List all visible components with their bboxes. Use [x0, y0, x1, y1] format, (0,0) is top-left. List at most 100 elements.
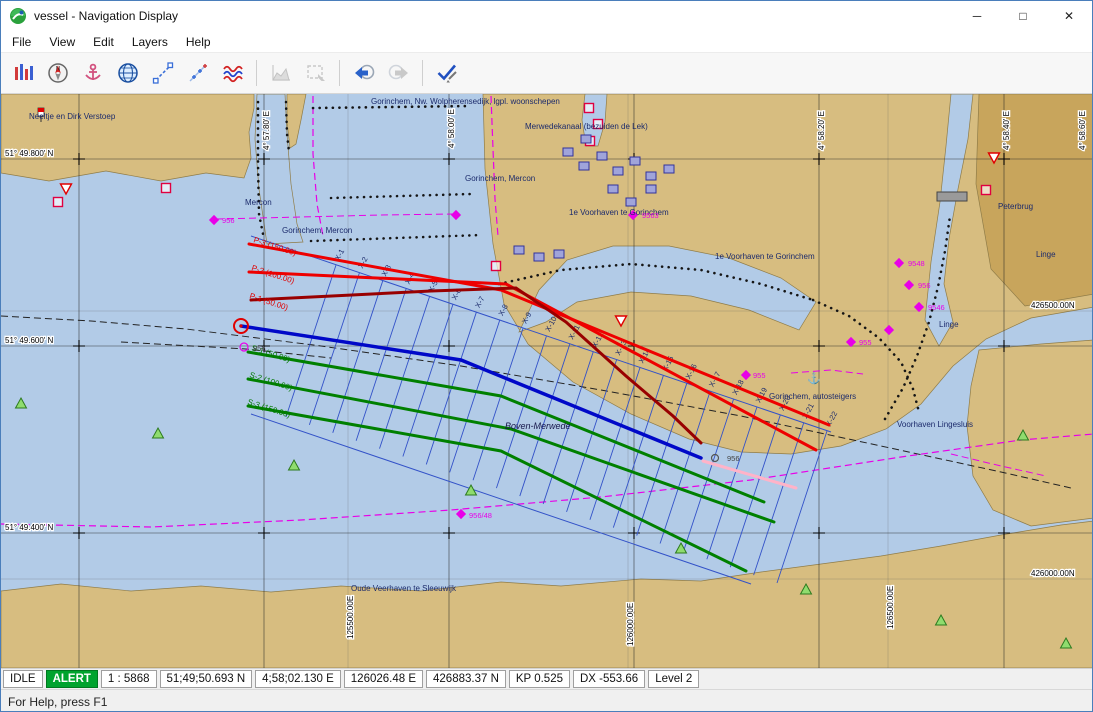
- map-label: 51° 49.800' N: [5, 149, 54, 158]
- map-label: 955: [753, 371, 766, 380]
- toolbar-button-profile-view: [264, 57, 297, 89]
- building-icon: [514, 246, 524, 254]
- app-window: vessel - Navigation Display ─ □ ✕ FileVi…: [0, 0, 1093, 712]
- map-label: Voorhaven Lingesluis: [897, 420, 973, 429]
- map-label: 125500.00E: [346, 596, 355, 639]
- building-icon: [613, 167, 623, 175]
- globe-icon: [116, 61, 140, 85]
- beacon-red-icon: [54, 198, 63, 207]
- beacon-red-icon: [982, 186, 991, 195]
- menu-bar: FileViewEditLayersHelp: [1, 31, 1092, 53]
- map-label: Linge: [1036, 250, 1056, 259]
- land-northwest: [1, 94, 254, 181]
- map-label: 9546: [928, 303, 945, 312]
- building-icon: [626, 198, 636, 206]
- map-label: Peterbrug: [998, 202, 1033, 211]
- toolbar-button-geodesy[interactable]: [111, 57, 144, 89]
- window-controls: ─ □ ✕: [954, 1, 1092, 31]
- map-label: 955: [859, 338, 872, 347]
- toolbar-button-currents[interactable]: [216, 57, 249, 89]
- beacon-red-icon: [585, 104, 594, 113]
- building-icon: [563, 148, 573, 156]
- menu-item-layers[interactable]: Layers: [123, 32, 177, 52]
- map-label: Gorinchem, Mercon: [465, 174, 535, 183]
- map-label: Neeltje en Dirk Verstoep: [29, 112, 116, 121]
- status-cell-alert: ALERT: [46, 670, 98, 688]
- map-label: Linge: [939, 320, 959, 329]
- status-cell-mode: IDLE: [3, 670, 43, 688]
- compass-icon: N: [46, 61, 70, 85]
- toolbar-button-select-area: [299, 57, 332, 89]
- map-label: 4° 58.00' E: [447, 109, 456, 148]
- sliders-icon: [11, 61, 35, 85]
- toolbar-button-waypoints[interactable]: [181, 57, 214, 89]
- status-cell-level: Level 2: [648, 670, 699, 688]
- building-icon: [534, 253, 544, 261]
- toolbar-button-display-settings[interactable]: [6, 57, 39, 89]
- app-icon: [9, 7, 27, 25]
- map-label: 51° 49.400' N: [5, 523, 54, 532]
- map-label: Gorinchem, Nw. Wolpherensedijk, lgpl. wo…: [371, 97, 560, 106]
- status-cell-northing: 426883.37 N: [426, 670, 506, 688]
- navigation-chart[interactable]: X-1X-2X-3X-4X-5X-6X-7X-8X-9X-10X-11X-12X…: [1, 94, 1092, 668]
- svg-text:N: N: [55, 67, 59, 73]
- anchor-icon: [81, 61, 105, 85]
- building-icon: [664, 165, 674, 173]
- map-label: Gorinchem, autosteigers: [769, 392, 856, 401]
- minimize-button[interactable]: ─: [954, 1, 1000, 31]
- map-label: 51° 49.600' N: [5, 336, 54, 345]
- title-bar: vessel - Navigation Display ─ □ ✕: [1, 1, 1092, 31]
- status-bar: IDLEALERT1 : 586851;49;50.693 N4;58;02.1…: [1, 668, 1092, 689]
- anchorage-icon: ⚓: [807, 372, 821, 385]
- map-label: 956: [222, 216, 235, 225]
- status-cell-dx: DX -553.66: [573, 670, 645, 688]
- status-cell-scale: 1 : 5868: [101, 670, 157, 688]
- menu-item-help[interactable]: Help: [177, 32, 220, 52]
- building-icon: [608, 185, 618, 193]
- toolbar-button-zoom-next: [382, 57, 415, 89]
- help-bar: For Help, press F1: [1, 689, 1092, 712]
- building-icon: [646, 172, 656, 180]
- map-label: 9548: [908, 259, 925, 268]
- profile-icon: [269, 61, 293, 85]
- map-label: 956/48: [469, 511, 492, 520]
- toolbar-button-zoom-previous[interactable]: [347, 57, 380, 89]
- chart-area[interactable]: X-1X-2X-3X-4X-5X-6X-7X-8X-9X-10X-11X-12X…: [1, 94, 1092, 668]
- maximize-button[interactable]: □: [1000, 1, 1046, 31]
- building-icon: [597, 152, 607, 160]
- toolbar: N: [1, 53, 1092, 94]
- status-cell-longitude: 4;58;02.130 E: [255, 670, 341, 688]
- map-label: 956: [727, 454, 740, 463]
- zoom-back-icon: [352, 61, 376, 85]
- svg-text:⚓: ⚓: [807, 372, 821, 385]
- toolbar-button-compass[interactable]: N: [41, 57, 74, 89]
- building-icon: [630, 157, 640, 165]
- building-icon: [554, 250, 564, 258]
- map-label: Oude Veerhaven te Sleeuwijk: [351, 584, 457, 593]
- menu-item-edit[interactable]: Edit: [84, 32, 123, 52]
- toolbar-separator: [422, 60, 423, 86]
- toolbar-button-verify[interactable]: [430, 57, 463, 89]
- map-label: 4° 58.60' E: [1078, 111, 1087, 150]
- toolbar-button-route-line[interactable]: [146, 57, 179, 89]
- waves-icon: [221, 61, 245, 85]
- map-label: Mercon: [245, 198, 272, 207]
- status-cell-latitude: 51;49;50.693 N: [160, 670, 253, 688]
- menu-item-view[interactable]: View: [40, 32, 84, 52]
- building-icon: [579, 162, 589, 170]
- waypoints-icon: [186, 61, 210, 85]
- menu-item-file[interactable]: File: [3, 32, 40, 52]
- building-icon: [581, 135, 591, 143]
- map-label: 426500.00N: [1031, 301, 1075, 310]
- status-cell-easting: 126026.48 E: [344, 670, 423, 688]
- close-button[interactable]: ✕: [1046, 1, 1092, 31]
- map-label: 1e Voorhaven te Gorinchem: [715, 252, 815, 261]
- toolbar-button-vessel-setup[interactable]: [76, 57, 109, 89]
- map-label: 9563: [642, 211, 659, 220]
- map-label: 956: [918, 281, 931, 290]
- map-label: Merwedekanaal (bezuiden de Lek): [525, 122, 648, 131]
- toolbar-separator: [256, 60, 257, 86]
- select-icon: [304, 61, 328, 85]
- map-label: Boven-Merwede: [505, 421, 571, 431]
- status-cell-kp: KP 0.525: [509, 670, 570, 688]
